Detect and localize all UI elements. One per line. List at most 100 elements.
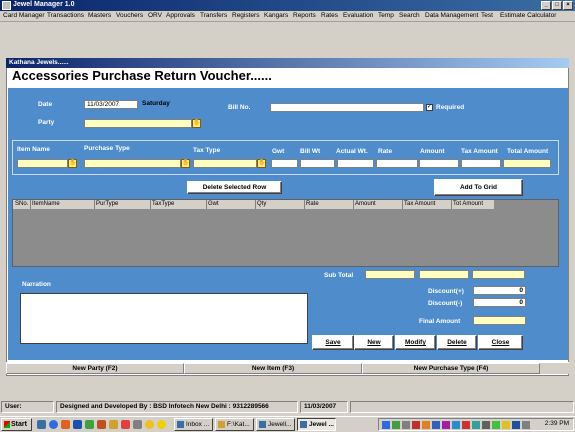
new-party-shortcut[interactable]: New Party (F2) (6, 363, 184, 374)
menu-transactions[interactable]: Transactions (47, 12, 84, 19)
menu-reports[interactable]: Reports (293, 12, 316, 19)
date-field[interactable]: 11/03/2007 (84, 100, 138, 109)
menu-temp[interactable]: Temp (378, 12, 394, 19)
bill-no-field[interactable] (270, 103, 424, 112)
grid-col-gwt: Gwt (208, 201, 219, 207)
rate-field[interactable] (376, 159, 418, 168)
bill-wt-field[interactable] (300, 159, 335, 168)
bill-no-label: Bill No. (228, 104, 251, 111)
save-button[interactable]: Save (312, 335, 354, 350)
sub-total-tax-field[interactable] (419, 270, 469, 279)
task-folder[interactable]: F:\Kat... (215, 418, 254, 431)
tray-icon-10[interactable] (472, 421, 480, 429)
menu-registers[interactable]: Registers (232, 12, 259, 19)
firefox-icon[interactable] (61, 420, 70, 429)
purchase-type-lookup-icon[interactable]: ✋ (181, 159, 190, 168)
word-icon[interactable] (73, 420, 82, 429)
amount-field[interactable] (419, 159, 459, 168)
party-field[interactable] (84, 119, 192, 128)
powerpoint-icon[interactable] (97, 420, 106, 429)
task-jewell-1[interactable]: Jewell... (256, 418, 295, 431)
delete-selected-row-button[interactable]: Delete Selected Row (187, 181, 282, 194)
grid-col-sno: SNo. (15, 201, 29, 207)
discount-plus-field[interactable]: 0 (473, 286, 526, 295)
menu-orv[interactable]: ORV (148, 12, 162, 19)
menu-rates[interactable]: Rates (321, 12, 338, 19)
actual-wt-field[interactable] (337, 159, 374, 168)
start-button[interactable]: Start (1, 418, 32, 431)
messenger-icon[interactable] (145, 420, 154, 429)
volume-icon[interactable] (522, 421, 530, 429)
new-item-shortcut[interactable]: New Item (F3) (184, 363, 362, 374)
tray-icon-8[interactable] (452, 421, 460, 429)
menu-vouchers[interactable]: Vouchers (116, 12, 143, 19)
tray-icon-9[interactable] (462, 421, 470, 429)
status-bar: User: Designed and Developed By : BSD In… (0, 400, 575, 413)
tray-icon-3[interactable] (402, 421, 410, 429)
tray-icon-11[interactable] (482, 421, 490, 429)
minimize-button[interactable]: _ (541, 1, 551, 10)
desktop-icon[interactable] (37, 420, 46, 429)
tray-icon-6[interactable] (432, 421, 440, 429)
tax-amount-field[interactable] (461, 159, 501, 168)
smiley-icon[interactable] (157, 420, 166, 429)
purchase-type-field[interactable] (84, 159, 181, 168)
excel-icon[interactable] (85, 420, 94, 429)
modify-button[interactable]: Modify (395, 335, 436, 350)
tray-icon-12[interactable] (492, 421, 500, 429)
menu-kangars[interactable]: Kangars (264, 12, 288, 19)
tray-icon-5[interactable] (422, 421, 430, 429)
tray-icon-7[interactable] (442, 421, 450, 429)
ie-icon[interactable] (49, 420, 58, 429)
total-amount-field[interactable] (503, 159, 551, 168)
narration-label: Narration (22, 281, 51, 288)
party-lookup-icon[interactable]: ✋ (192, 119, 201, 128)
item-name-field[interactable] (17, 159, 68, 168)
items-grid[interactable] (12, 199, 559, 267)
tray-icon-13[interactable] (502, 421, 510, 429)
media-icon[interactable] (121, 420, 130, 429)
tax-type-field[interactable] (193, 159, 257, 168)
menu-transfers[interactable]: Transfers (200, 12, 227, 19)
app-icon-1[interactable] (133, 420, 142, 429)
mail-icon (177, 421, 184, 428)
taskbar: Start Inbox ... F:\Kat... Jewell... Jewe… (0, 416, 575, 432)
tray-icon-4[interactable] (412, 421, 420, 429)
close-button[interactable]: Close (478, 335, 523, 350)
sub-total-amount-field[interactable] (365, 270, 415, 279)
gwt-field[interactable] (271, 159, 298, 168)
menu-card-manager[interactable]: Card Manager (3, 12, 45, 19)
menu-test[interactable]: Test (481, 12, 493, 19)
tax-type-lookup-icon[interactable]: ✋ (257, 159, 266, 168)
close-window-button[interactable]: × (563, 1, 573, 10)
clock[interactable]: 2:39 PM (545, 420, 569, 427)
tray-icon-2[interactable] (392, 421, 400, 429)
app-title-bar: Jewel Manager 1.0 _ □ × (0, 0, 575, 11)
sub-total-grand-field[interactable] (472, 270, 525, 279)
tray-icon-1[interactable] (382, 421, 390, 429)
shortcut-bar: New Party (F2) New Item (F3) New Purchas… (6, 362, 569, 374)
folder-task-icon (218, 421, 225, 428)
menu-estimate-calculator[interactable]: Estimate Calculator (500, 12, 556, 19)
menu-approvals[interactable]: Approvals (166, 12, 195, 19)
maximize-button[interactable]: □ (552, 1, 562, 10)
menu-evaluation[interactable]: Evaluation (343, 12, 373, 19)
add-to-grid-button[interactable]: Add To Grid (434, 179, 523, 196)
menu-masters[interactable]: Masters (88, 12, 111, 19)
delete-button[interactable]: Delete (437, 335, 477, 350)
new-purchase-type-shortcut[interactable]: New Purchase Type (F4) (362, 363, 540, 374)
tray-icon-14[interactable] (512, 421, 520, 429)
task-jewel-2[interactable]: Jewel ... (297, 418, 336, 431)
narration-field[interactable] (20, 293, 308, 344)
new-button[interactable]: New (354, 335, 394, 350)
menu-search[interactable]: Search (399, 12, 420, 19)
tax-type-label: Tax Type (193, 147, 221, 154)
party-label: Party (38, 119, 55, 126)
discount-minus-field[interactable]: 0 (473, 298, 526, 307)
menu-data-management[interactable]: Data Management (425, 12, 478, 19)
final-amount-field[interactable] (473, 316, 526, 325)
folder-icon[interactable] (109, 420, 118, 429)
task-inbox[interactable]: Inbox ... (174, 418, 213, 431)
item-lookup-icon[interactable]: ✋ (68, 159, 77, 168)
required-checkbox[interactable]: ✓ (426, 104, 433, 111)
